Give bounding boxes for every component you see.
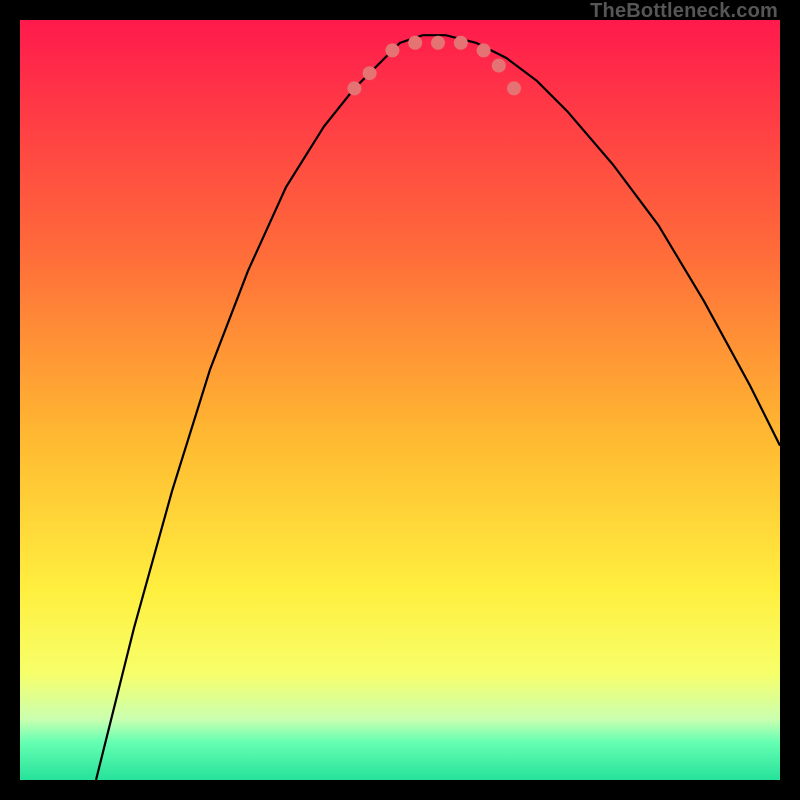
- chart-frame: [20, 20, 780, 780]
- watermark-text: TheBottleneck.com: [590, 0, 778, 23]
- bottleneck-plot: [20, 20, 780, 780]
- marker-dot: [477, 43, 491, 57]
- marker-dot: [454, 36, 468, 50]
- marker-dot: [385, 43, 399, 57]
- marker-dot: [347, 81, 361, 95]
- marker-dot: [431, 36, 445, 50]
- gradient-background: [20, 20, 780, 780]
- marker-dot: [363, 66, 377, 80]
- marker-dot: [492, 59, 506, 73]
- marker-dot: [408, 36, 422, 50]
- marker-dot: [507, 81, 521, 95]
